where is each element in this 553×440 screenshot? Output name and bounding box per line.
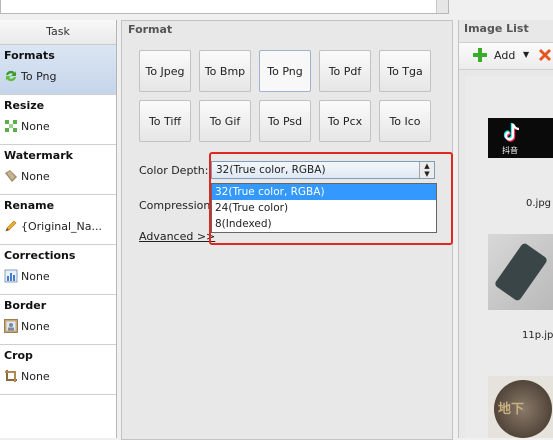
to-psd-button[interactable]: To Psd — [259, 100, 311, 142]
convert-arrows-icon — [6, 70, 16, 82]
task-header: Task — [0, 20, 116, 45]
task-section-crop[interactable]: Crop None — [0, 345, 116, 395]
task-section-title: Watermark — [4, 149, 73, 162]
color-depth-option[interactable]: 24(True color) — [212, 200, 436, 216]
task-section-watermark[interactable]: Watermark None — [0, 145, 116, 195]
watermark-stamp-icon — [5, 170, 17, 182]
thumbnail-text: 地下 — [498, 402, 525, 417]
thumbnail-image[interactable]: 地下 — [488, 376, 553, 438]
top-scroll-grip[interactable] — [436, 0, 448, 13]
color-depth-option[interactable]: 32(True color, RGBA) — [212, 184, 436, 200]
image-list-panel: Image List Add ▼ 抖音 0.jpg 11p.jpg 地下 — [458, 20, 553, 438]
task-section-value: None — [21, 319, 50, 333]
thumbnail-caption: 11p.jpg — [522, 330, 553, 341]
task-section-value: None — [21, 169, 50, 183]
thumbnail-area: 抖音 0.jpg 11p.jpg 地下 — [465, 76, 553, 438]
format-panel: Format To Jpeg To Bmp To Png To Pdf To T… — [121, 20, 453, 440]
task-section-title: Corrections — [4, 249, 76, 262]
crop-icon — [5, 370, 17, 382]
to-tga-button[interactable]: To Tga — [379, 50, 431, 92]
task-section-value: To Png — [21, 69, 57, 83]
color-depth-value: 32(True color, RGBA) — [216, 164, 326, 176]
task-section-value: None — [21, 369, 50, 383]
plus-icon[interactable] — [473, 48, 487, 62]
color-depth-option[interactable]: 8(Indexed) — [212, 216, 436, 232]
top-text-field[interactable] — [0, 0, 449, 14]
to-png-button[interactable]: To Png — [259, 50, 311, 92]
thumbnail-text: 抖音 — [502, 146, 518, 155]
to-tiff-button[interactable]: To Tiff — [139, 100, 191, 142]
task-section-title: Resize — [4, 99, 45, 112]
to-pdf-button[interactable]: To Pdf — [319, 50, 371, 92]
to-bmp-button[interactable]: To Bmp — [199, 50, 251, 92]
task-section-title: Crop — [4, 349, 33, 362]
resize-icon — [5, 120, 17, 132]
border-icon — [4, 319, 18, 333]
color-depth-select[interactable]: 32(True color, RGBA) ▲ ▼ — [211, 161, 435, 179]
compression-label: Compression: — [139, 199, 215, 212]
task-section-value: None — [21, 269, 50, 283]
thumbnail-image[interactable] — [488, 234, 553, 310]
chevron-down-icon[interactable]: ▼ — [523, 50, 529, 59]
color-depth-label: Color Depth: — [139, 164, 209, 177]
to-gif-button[interactable]: To Gif — [199, 100, 251, 142]
task-section-corrections[interactable]: Corrections None — [0, 245, 116, 295]
task-section-title: Formats — [4, 49, 55, 62]
to-pcx-button[interactable]: To Pcx — [319, 100, 371, 142]
spin-arrows-icon[interactable]: ▲ ▼ — [419, 162, 434, 178]
task-section-formats[interactable]: Formats To Png — [0, 45, 116, 95]
image-list-title: Image List — [464, 22, 529, 35]
task-section-title: Rename — [4, 199, 55, 212]
to-ico-button[interactable]: To Ico — [379, 100, 431, 142]
task-section-title: Border — [4, 299, 47, 312]
thumbnail-caption: 0.jpg — [526, 198, 552, 209]
corrections-icon — [4, 269, 18, 283]
to-jpeg-button[interactable]: To Jpeg — [139, 50, 191, 92]
image-list-toolbar: Add ▼ — [459, 42, 553, 70]
top-input-strip — [0, 0, 553, 18]
format-panel-title: Format — [128, 23, 173, 36]
task-section-rename[interactable]: Rename {Original_Na... — [0, 195, 116, 245]
add-button[interactable]: Add — [494, 49, 515, 62]
advanced-link[interactable]: Advanced >> — [139, 230, 215, 243]
task-section-border[interactable]: Border None — [0, 295, 116, 345]
tiktok-logo — [503, 123, 520, 142]
task-panel: Task Formats To Png Resize None Watermar… — [0, 20, 117, 438]
color-depth-dropdown-list: 32(True color, RGBA) 24(True color) 8(In… — [211, 183, 437, 233]
task-section-value: None — [21, 119, 50, 133]
pencil-icon — [5, 220, 17, 232]
delete-x-icon[interactable] — [538, 48, 552, 62]
task-section-value: {Original_Na... — [21, 219, 103, 233]
thumbnail-image[interactable]: 抖音 — [488, 118, 553, 158]
phone-shape — [493, 242, 549, 302]
task-section-resize[interactable]: Resize None — [0, 95, 116, 145]
